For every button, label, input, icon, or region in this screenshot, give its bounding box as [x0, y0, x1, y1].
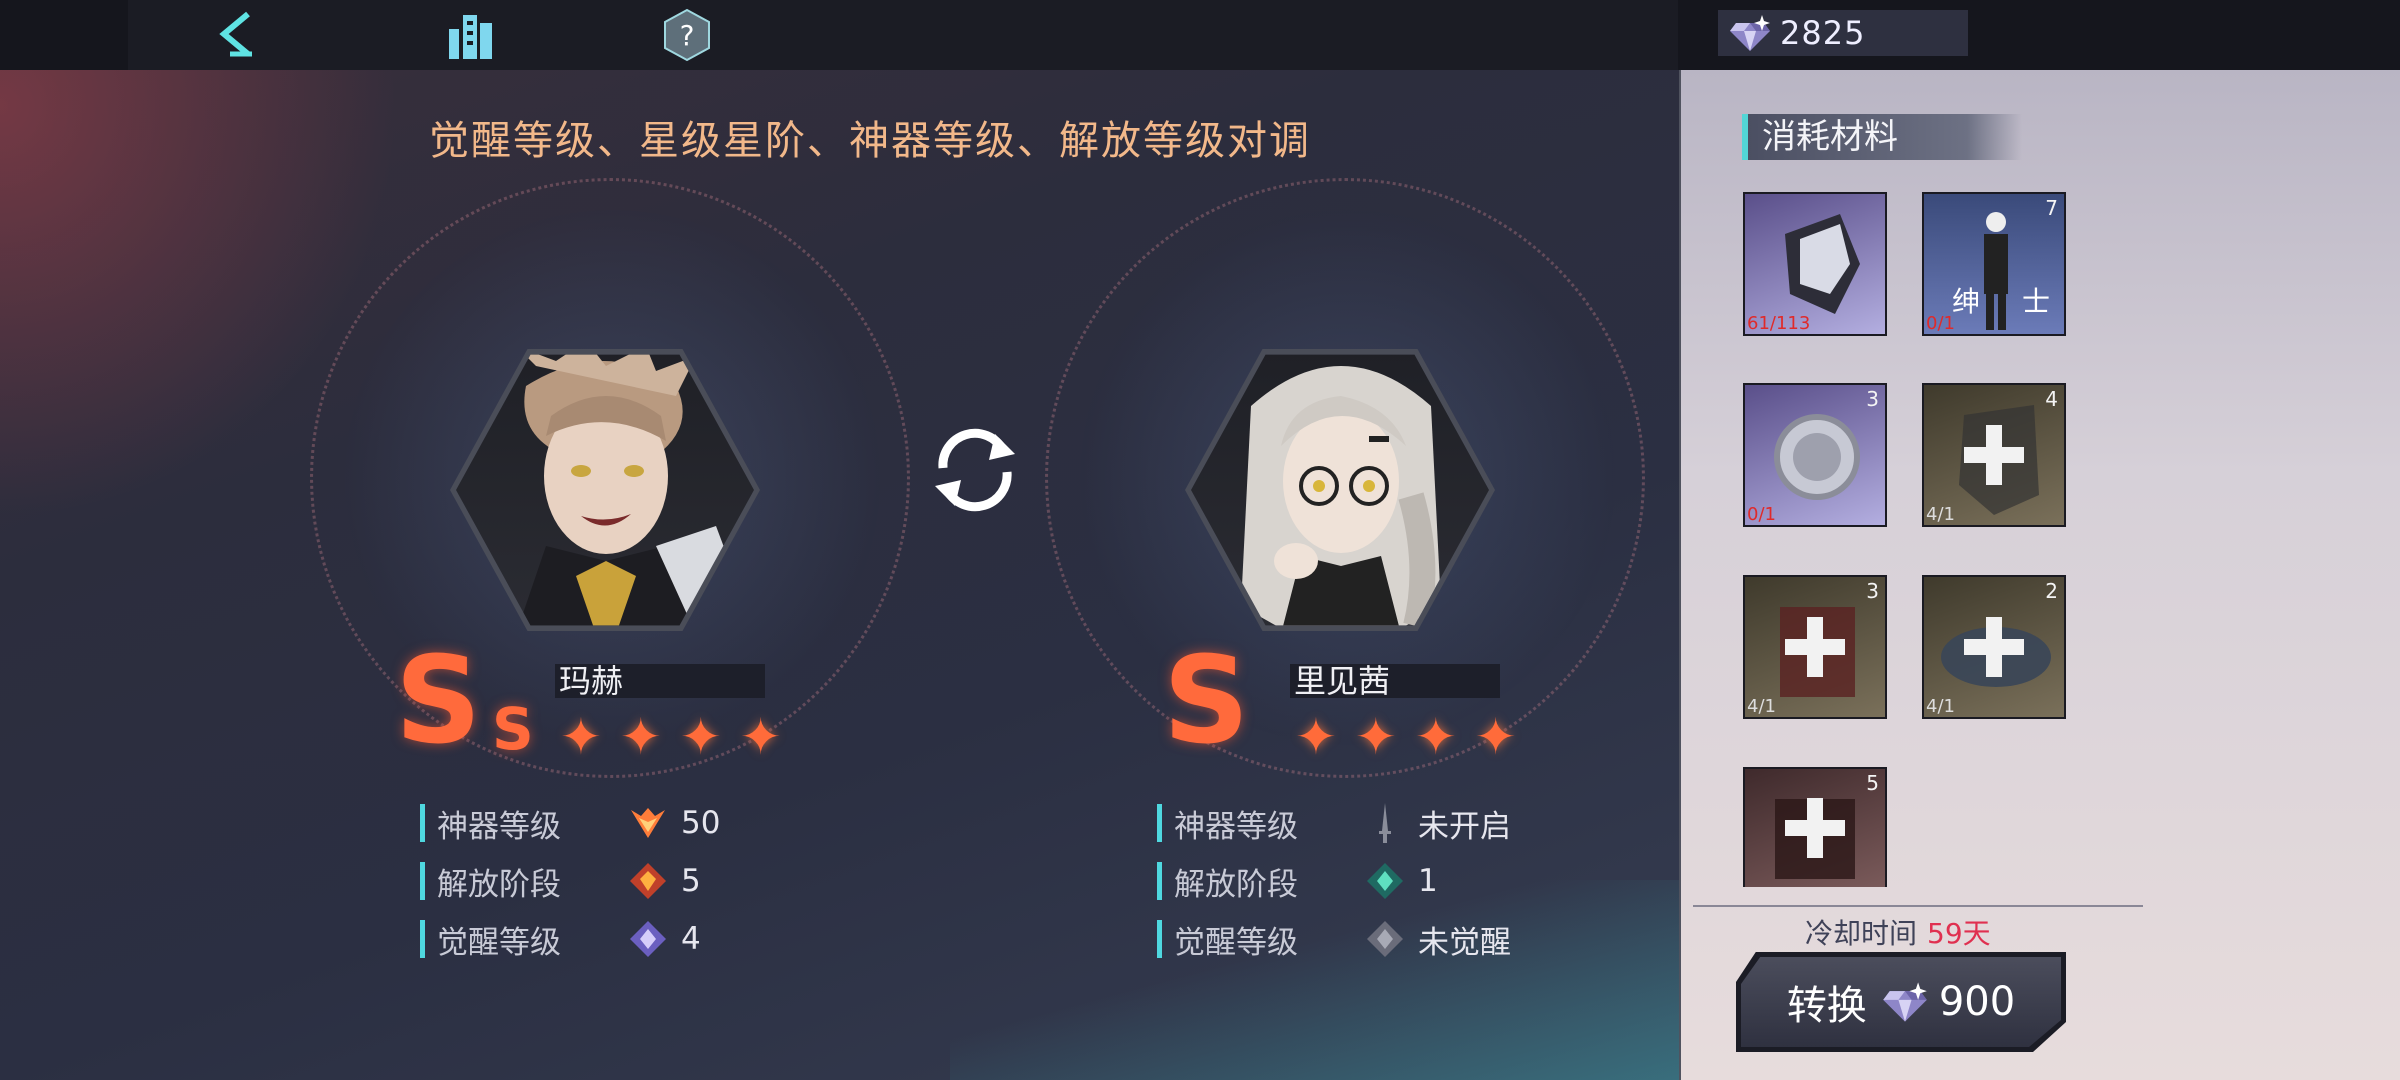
- material-requirement: 4/1: [1926, 504, 1955, 525]
- stat-label: 觉醒等级: [1174, 924, 1298, 961]
- stat-artifact-level: 神器等级 50: [420, 802, 721, 845]
- star-icon: ✦: [1354, 708, 1397, 766]
- stat-label: 神器等级: [437, 808, 561, 845]
- stat-label: 觉醒等级: [437, 924, 561, 961]
- star-icon: ✦: [619, 708, 662, 766]
- material-item[interactable]: 4 4/1: [1922, 383, 2066, 527]
- material-requirement: 0/1: [1747, 504, 1776, 525]
- material-count: 7: [2045, 196, 2058, 220]
- stat-value: 4: [681, 921, 701, 957]
- material-item[interactable]: 61/113: [1743, 192, 1887, 336]
- material-requirement: 4/1: [1926, 696, 1955, 717]
- city-buildings-icon[interactable]: [440, 6, 502, 64]
- material-count: 4: [2045, 387, 2058, 411]
- awaken-crystal-icon: [627, 918, 669, 960]
- rank-sub-letter: S: [492, 695, 534, 763]
- convert-label: 转换: [1786, 983, 1867, 1029]
- material-item[interactable]: 7 绅 士 0/1: [1922, 192, 2066, 336]
- material-label-right: 士: [2022, 285, 2051, 318]
- stat-release-stage: 解放阶段 1: [1157, 860, 1438, 903]
- add-plus-icon: [1964, 425, 2024, 485]
- screen: ? 2825 觉醒等级、星级星阶、神器等级、解放等级对调 玛赫 S S ✦ ✦ …: [0, 0, 2400, 1080]
- material-requirement: 4/1: [1747, 696, 1776, 717]
- awaken-crystal-icon: [1364, 918, 1406, 960]
- accent-bar: [1157, 920, 1162, 958]
- stat-release-stage: 解放阶段 5: [420, 860, 701, 903]
- background-glow-teal: [950, 880, 1680, 1080]
- material-item[interactable]: 5: [1743, 767, 1887, 887]
- stat-value: 未开启: [1418, 808, 1511, 845]
- page-title: 觉醒等级、星级星阶、神器等级、解放等级对调: [429, 118, 1311, 164]
- material-item[interactable]: 3 0/1: [1743, 383, 1887, 527]
- cooldown-label: 冷却时间: [1805, 917, 1918, 950]
- accent-bar: [1157, 862, 1162, 900]
- swap-icon[interactable]: [925, 420, 1025, 520]
- cooldown-info: 冷却时间 59天: [1805, 912, 1991, 952]
- stat-label: 解放阶段: [1174, 866, 1298, 903]
- stat-awaken-level: 觉醒等级 未觉醒: [1157, 918, 1511, 961]
- material-requirement: 61/113: [1747, 313, 1811, 334]
- material-count: 2: [2045, 579, 2058, 603]
- stat-artifact-level: 神器等级 未开启: [1157, 802, 1511, 845]
- rank-letter: S: [395, 632, 482, 771]
- material-count: 3: [1866, 387, 1879, 411]
- cooldown-value: 59天: [1927, 917, 1991, 950]
- star-icon: ✦: [1295, 708, 1337, 766]
- star-icon: ✦: [1474, 708, 1517, 766]
- accent-bar: [420, 920, 425, 958]
- artifact-wings-icon: [627, 802, 669, 844]
- rank-letter: S: [1163, 632, 1250, 771]
- material-item[interactable]: 3 4/1: [1743, 575, 1887, 719]
- divider: [1693, 905, 2143, 907]
- convert-cost: 900: [1938, 979, 2016, 1025]
- stat-value: 未觉醒: [1418, 924, 1511, 961]
- release-gem-icon: [627, 860, 669, 902]
- character-name: 里见茜: [1290, 664, 1500, 698]
- stat-awaken-level: 觉醒等级 4: [420, 918, 701, 961]
- star-row: ✦ ✦ ✦ ✦: [560, 712, 782, 762]
- stat-value: 5: [681, 863, 701, 899]
- material-requirement: 0/1: [1926, 313, 1955, 334]
- add-plus-icon: [1964, 617, 2024, 677]
- diamond-icon: [1882, 982, 1927, 1022]
- stat-label: 解放阶段: [437, 866, 561, 903]
- stat-value: 50: [681, 805, 721, 841]
- currency-display: 2825: [1718, 10, 1968, 56]
- character-name: 玛赫: [555, 664, 765, 698]
- material-count: 5: [1866, 771, 1879, 795]
- top-bar-panel: [128, 0, 1678, 70]
- currency-value: 2825: [1780, 14, 1866, 52]
- accent-bar: [420, 804, 425, 842]
- release-gem-icon: [1364, 860, 1406, 902]
- add-plus-icon: [1785, 798, 1845, 858]
- diamond-icon: [1730, 15, 1770, 51]
- material-item[interactable]: 2 4/1: [1922, 575, 2066, 719]
- back-arrow-icon[interactable]: [205, 6, 267, 64]
- svg-text:?: ?: [680, 19, 695, 52]
- stat-value: 1: [1418, 863, 1438, 899]
- sword-icon: [1364, 802, 1406, 844]
- materials-title: 消耗材料: [1742, 114, 2022, 160]
- star-icon: ✦: [1414, 708, 1457, 766]
- star-row: ✦ ✦ ✦ ✦: [1295, 712, 1517, 762]
- add-plus-icon: [1785, 617, 1845, 677]
- help-icon[interactable]: ?: [656, 6, 718, 64]
- stat-label: 神器等级: [1174, 808, 1298, 845]
- material-label-left: 绅: [1952, 285, 1981, 318]
- accent-bar: [420, 862, 425, 900]
- star-icon: ✦: [739, 708, 782, 766]
- star-icon: ✦: [679, 708, 722, 766]
- convert-button[interactable]: 转换 900: [1736, 952, 2066, 1052]
- accent-bar: [1157, 804, 1162, 842]
- material-count: 3: [1866, 579, 1879, 603]
- star-icon: ✦: [560, 708, 602, 766]
- top-bar: ? 2825: [0, 0, 2400, 70]
